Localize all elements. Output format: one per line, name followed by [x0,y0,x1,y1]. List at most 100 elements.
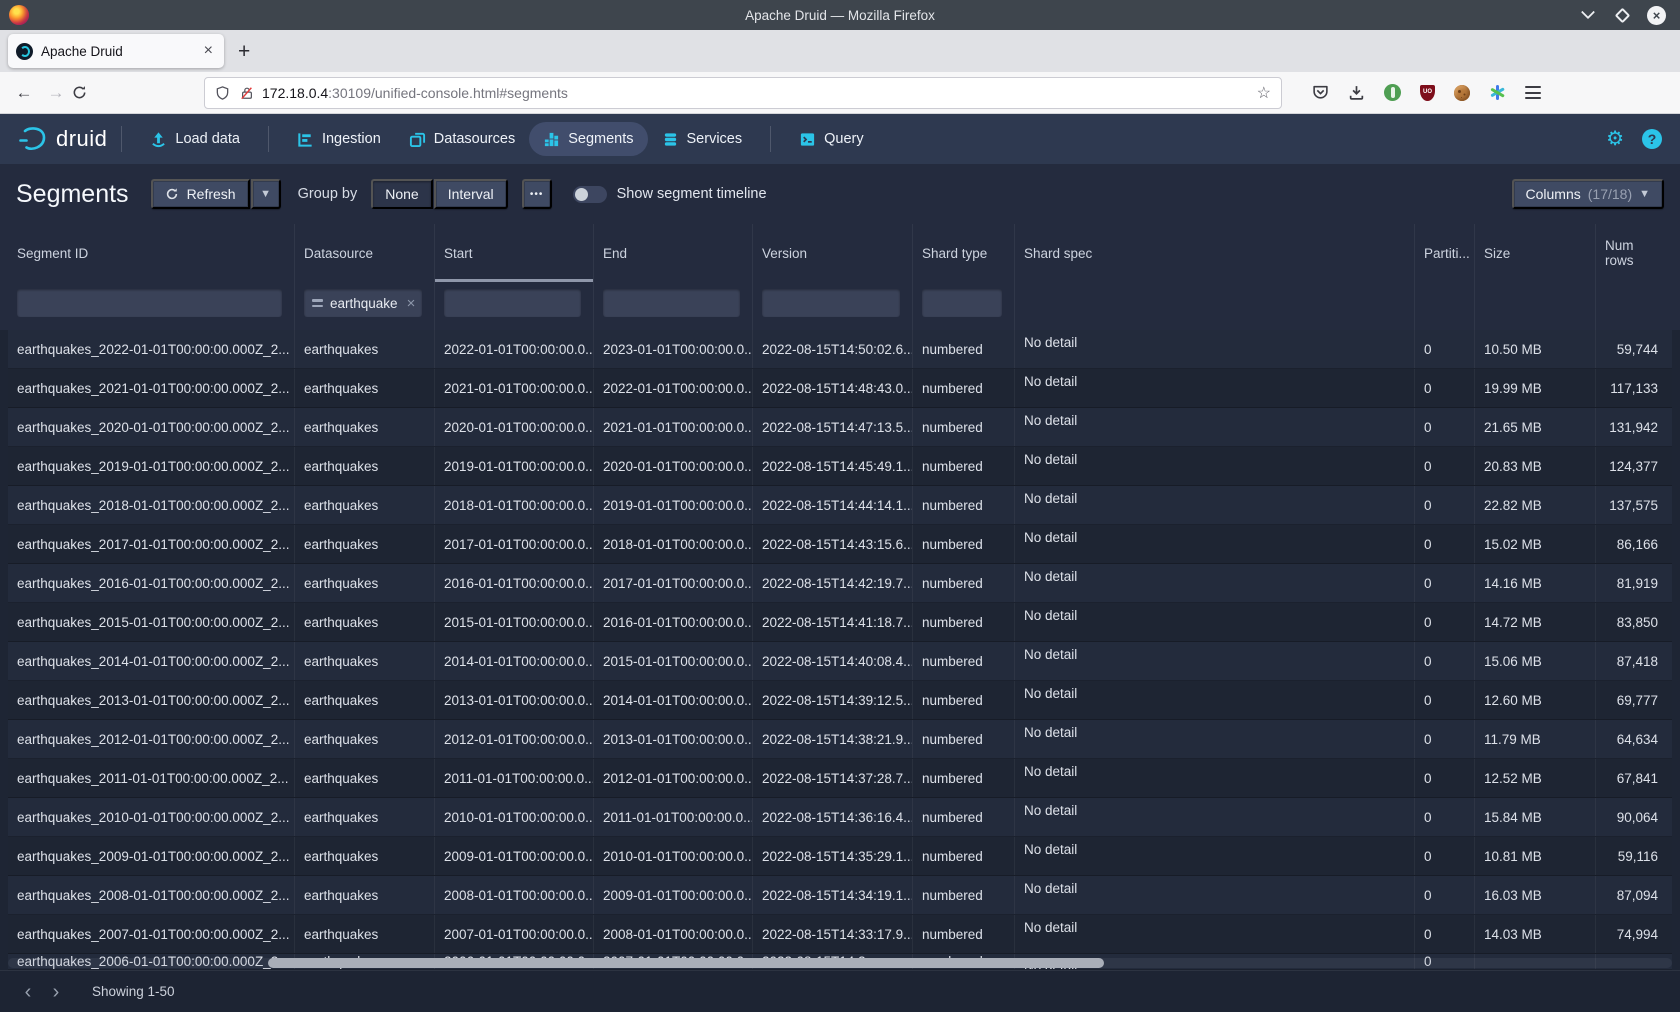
table-row[interactable]: earthquakes_2019-01-01T00:00:00.000Z_2..… [8,447,1672,486]
table-row[interactable]: earthquakes_2022-01-01T00:00:00.000Z_2..… [8,330,1672,369]
settings-gear-icon[interactable]: ⚙ [1606,129,1624,149]
cell-end: 2012-01-01T00:00:00.0... [593,759,752,797]
version-filter-input[interactable] [762,289,900,317]
firefox-window: Apache Druid — Mozilla Firefox × Apache … [0,0,1680,1012]
cell-shard-type: numbered [912,876,1014,914]
column-header-size[interactable]: Size [1474,224,1595,282]
cell-start: 2015-01-01T00:00:00.0... [434,603,593,641]
insecure-lock-icon[interactable] [240,85,254,101]
cell-size: 15.84 MB [1474,798,1595,836]
datasource-filter-input[interactable]: earthquake × [304,289,422,317]
menu-icon[interactable] [1525,86,1541,99]
nav-segments[interactable]: Segments [529,122,647,156]
table-row[interactable]: earthquakes_2014-01-01T00:00:00.000Z_2..… [8,642,1672,681]
cell-start: 2010-01-01T00:00:00.0... [434,798,593,836]
forward-icon[interactable]: → [40,83,72,103]
load-data-icon [150,131,167,148]
next-page-icon[interactable]: › [42,982,70,1002]
column-header-num-rows[interactable]: Num rows [1595,224,1672,282]
cell-segment-id: earthquakes_2014-01-01T00:00:00.000Z_2..… [8,642,294,680]
columns-button[interactable]: Columns (17/18) ▼ [1512,179,1665,209]
table-row[interactable]: earthquakes_2020-01-01T00:00:00.000Z_2..… [8,408,1672,447]
url-bar[interactable]: 172.18.0.4:30109/unified-console.html#se… [204,77,1282,109]
table-row[interactable]: earthquakes_2016-01-01T00:00:00.000Z_2..… [8,564,1672,603]
group-by-none-button[interactable]: None [371,179,432,209]
extension-icon[interactable] [1384,84,1401,101]
browser-tab[interactable]: Apache Druid × [8,34,224,68]
new-tab-button[interactable]: + [238,40,250,64]
cell-shard-spec: No detail [1014,525,1414,563]
refresh-button[interactable]: Refresh [151,179,250,209]
table-row[interactable]: earthquakes_2018-01-01T00:00:00.000Z_2..… [8,486,1672,525]
cell-datasource: earthquakes [294,876,434,914]
table-row[interactable]: earthquakes_2009-01-01T00:00:00.000Z_2..… [8,837,1672,876]
window-maximize-icon[interactable] [1613,6,1631,24]
table-row[interactable]: earthquakes_2021-01-01T00:00:00.000Z_2..… [8,369,1672,408]
nav-services[interactable]: Services [648,122,757,156]
table-row[interactable]: earthquakes_2017-01-01T00:00:00.000Z_2..… [8,525,1672,564]
horizontal-scrollbar [8,958,1672,968]
scrollbar-thumb[interactable] [268,958,1104,968]
bookmark-star-icon[interactable]: ☆ [1257,83,1271,103]
cell-num-rows: 86,166 [1595,525,1672,563]
previous-page-icon[interactable]: ‹ [14,982,42,1002]
tab-close-icon[interactable]: × [201,42,216,60]
cell-datasource: earthquakes [294,447,434,485]
druid-wordmark: druid [56,126,107,152]
pocket-icon[interactable] [1312,84,1329,101]
cell-end: 2021-01-01T00:00:00.0... [593,408,752,446]
column-header-shard-spec[interactable]: Shard spec [1014,224,1414,282]
shard-type-filter-input[interactable] [922,289,1002,317]
column-header-segment-id[interactable]: Segment ID [8,224,294,282]
cell-shard-type: numbered [912,408,1014,446]
group-by-interval-button[interactable]: Interval [434,179,508,209]
table-row[interactable]: earthquakes_2011-01-01T00:00:00.000Z_2..… [8,759,1672,798]
table-row[interactable]: earthquakes_2008-01-01T00:00:00.000Z_2..… [8,876,1672,915]
reload-icon[interactable] [72,85,104,100]
cell-partition: 0 [1414,486,1474,524]
column-header-end[interactable]: End [593,224,752,282]
table-row[interactable]: earthquakes_2007-01-01T00:00:00.000Z_2..… [8,915,1672,954]
remove-filter-icon[interactable]: × [407,295,416,312]
ublock-origin-icon[interactable]: UO [1420,85,1435,101]
table-row[interactable]: earthquakes_2010-01-01T00:00:00.000Z_2..… [8,798,1672,837]
column-header-shard-type[interactable]: Shard type [912,224,1014,282]
cell-version: 2022-08-15T14:50:02.6... [752,330,912,368]
start-filter-input[interactable] [444,289,581,317]
table-row[interactable]: earthquakes_2015-01-01T00:00:00.000Z_2..… [8,603,1672,642]
cell-shard-spec: No detail [1014,681,1414,719]
help-icon[interactable]: ? [1642,129,1662,149]
cell-start: 2012-01-01T00:00:00.0... [434,720,593,758]
nav-datasources[interactable]: Datasources [395,122,529,156]
more-options-button[interactable]: ••• [522,179,552,209]
column-header-partition[interactable]: Partiti... [1414,224,1474,282]
cell-partition: 0 [1414,837,1474,875]
segment-timeline-toggle[interactable] [573,186,607,203]
segment-id-filter-input[interactable] [17,289,282,317]
nav-ingestion[interactable]: Ingestion [283,122,395,156]
cell-shard-type: numbered [912,525,1014,563]
cell-start: 2018-01-01T00:00:00.0... [434,486,593,524]
cookie-extension-icon[interactable] [1454,85,1470,101]
column-header-version[interactable]: Version [752,224,912,282]
table-header: Segment ID Datasource Start End Version … [0,224,1680,282]
extension-asterisk-icon[interactable] [1489,84,1506,101]
downloads-icon[interactable] [1348,84,1365,101]
back-icon[interactable]: ← [8,83,40,103]
cell-partition: 0 [1414,642,1474,680]
column-header-start[interactable]: Start [434,224,593,282]
cell-end: 2013-01-01T00:00:00.0... [593,720,752,758]
tracking-shield-icon[interactable] [215,85,230,101]
nav-query[interactable]: Query [785,122,878,156]
nav-load-data[interactable]: Load data [136,122,254,156]
column-header-datasource[interactable]: Datasource [294,224,434,282]
cell-partition: 0 [1414,408,1474,446]
refresh-dropdown-button[interactable]: ▼ [251,179,281,209]
window-close-icon[interactable]: × [1647,6,1666,25]
table-row[interactable]: earthquakes_2013-01-01T00:00:00.000Z_2..… [8,681,1672,720]
druid-brand[interactable]: druid [16,124,107,154]
table-row[interactable]: earthquakes_2012-01-01T00:00:00.000Z_2..… [8,720,1672,759]
datasource-filter-tag: earthquake × [312,295,415,312]
window-minimize-icon[interactable] [1579,6,1597,24]
end-filter-input[interactable] [603,289,740,317]
